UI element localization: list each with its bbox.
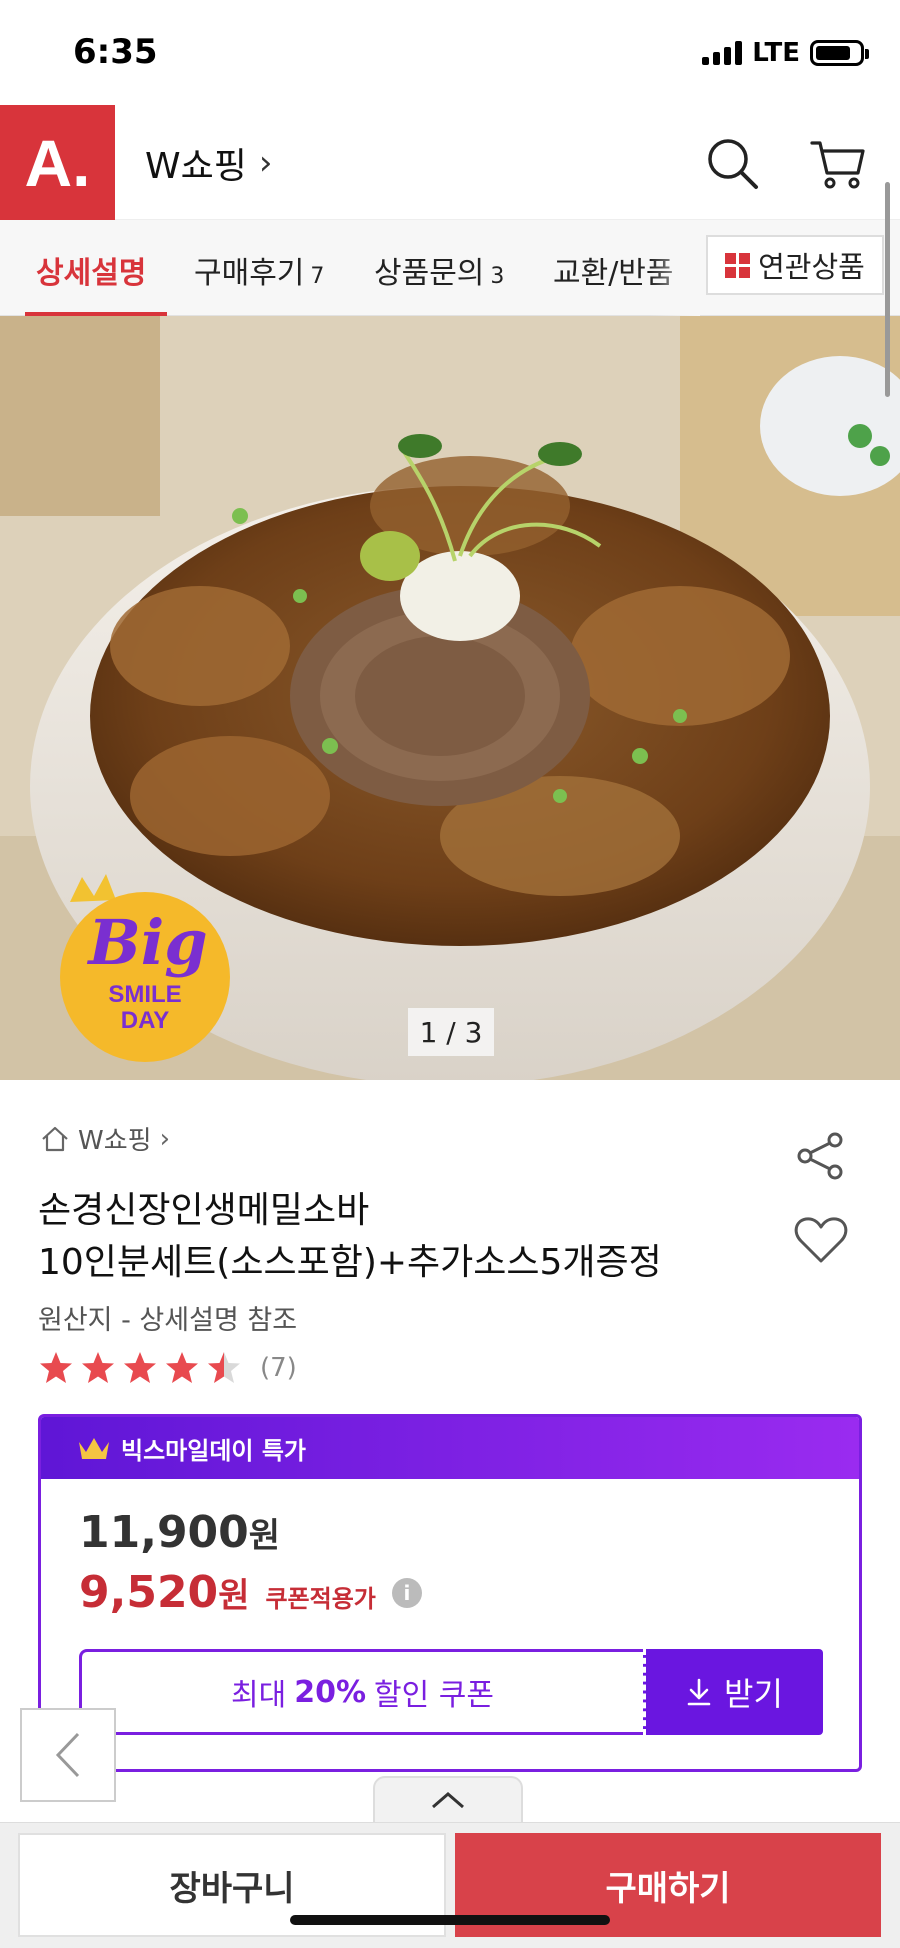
download-icon (687, 1678, 711, 1706)
app-logo[interactable]: A. (0, 105, 115, 220)
tab-count: 7 (310, 264, 325, 289)
expand-panel-button[interactable] (373, 1776, 523, 1822)
big-smile-day-badge: Big SMILE DAY (60, 874, 230, 1062)
tab-inquiries[interactable]: 상품문의 3 (374, 248, 504, 292)
rating[interactable]: (7) (38, 1350, 297, 1386)
tab-count: 3 (490, 264, 505, 289)
crown-icon (79, 1438, 109, 1459)
coupon-button-label: 받기 (724, 1675, 783, 1713)
back-button[interactable] (20, 1708, 116, 1802)
chevron-left-icon (55, 1732, 80, 1778)
cart-icon[interactable] (808, 133, 868, 193)
product-title: 손경신장인생메밀소바 10인분세트(소스포함)+추가소스5개증정 (38, 1185, 718, 1289)
promo-box: 빅스마일데이 특가 11,900원 9,520원 쿠폰적용가 i 최대 20% … (38, 1414, 862, 1772)
app-header: A. W쇼핑 › (0, 105, 900, 220)
chevron-right-icon: › (159, 1123, 170, 1154)
coupon-description: 최대 20% 할인 쿠폰 (79, 1649, 643, 1735)
chevron-right-icon: › (258, 143, 273, 183)
bottom-action-bar: 장바구니 구매하기 (0, 1822, 900, 1948)
coupon-applied-label: 쿠폰적용가 (265, 1585, 376, 1613)
sale-price: 9,520원 쿠폰적용가 i (79, 1567, 422, 1618)
network-label: LTE (752, 38, 800, 68)
status-time: 6:35 (73, 32, 158, 72)
product-title-line: 10인분세트(소스포함)+추가소스5개증정 (38, 1242, 662, 1283)
home-icon (42, 1126, 68, 1151)
signal-icon (702, 41, 743, 65)
tab-reviews[interactable]: 구매후기 7 (194, 248, 324, 292)
tab-detail[interactable]: 상세설명 (36, 248, 146, 292)
rating-stars (40, 1352, 240, 1383)
image-page-indicator: 1 / 3 (408, 1008, 494, 1056)
review-count: (7) (260, 1353, 297, 1383)
breadcrumb[interactable]: W쇼핑 › (40, 1120, 170, 1157)
status-bar: 6:35 LTE (0, 0, 900, 105)
grid-icon (725, 252, 751, 278)
origin-info: 원산지 - 상세설명 참조 (38, 1305, 298, 1336)
currency-label: 원 (218, 1576, 250, 1616)
related-products-label: 연관상품 (758, 250, 865, 284)
store-name: W쇼핑 (145, 146, 247, 187)
breadcrumb-store: W쇼핑 (78, 1126, 152, 1156)
heart-icon[interactable] (793, 1215, 849, 1265)
svg-text:SMILE: SMILE (108, 981, 181, 1008)
related-products-button[interactable]: 연관상품 (706, 235, 884, 295)
original-price-value: 11,900 (79, 1507, 249, 1558)
battery-icon (810, 40, 869, 66)
store-link[interactable]: W쇼핑 › (145, 137, 272, 189)
share-icon[interactable] (795, 1130, 847, 1182)
product-tabs: 상세설명 구매후기 7 상품문의 3 교환/반품 연관상품 (0, 220, 900, 316)
search-icon[interactable] (702, 133, 762, 193)
promo-header: 빅스마일데이 특가 (41, 1417, 859, 1479)
coupon-download-button[interactable]: 받기 (643, 1649, 823, 1735)
chevron-up-icon (432, 1792, 464, 1809)
svg-text:Big: Big (86, 906, 207, 979)
product-image[interactable]: Big SMILE DAY (0, 316, 900, 1080)
promo-header-label: 빅스마일데이 특가 (121, 1436, 306, 1465)
coupon-prefix: 최대 (231, 1678, 287, 1713)
tab-label: 상세설명 (36, 256, 147, 291)
original-price: 11,900원 (79, 1507, 280, 1558)
coupon-row: 최대 20% 할인 쿠폰 받기 (79, 1649, 823, 1735)
info-icon[interactable]: i (391, 1577, 422, 1608)
product-title-line: 손경신장인생메밀소바 (38, 1190, 370, 1231)
coupon-suffix: 할인 쿠폰 (374, 1678, 494, 1713)
currency-label: 원 (248, 1516, 281, 1556)
status-indicators: LTE (702, 38, 869, 68)
svg-text:DAY: DAY (121, 1007, 169, 1034)
scrollbar[interactable] (885, 182, 890, 397)
tab-label: 구매후기 (194, 256, 305, 291)
coupon-percent: 20% (294, 1674, 367, 1710)
tab-fade (650, 220, 700, 316)
sale-price-value: 9,520 (79, 1567, 219, 1618)
home-indicator (290, 1915, 610, 1925)
tab-label: 상품문의 (374, 256, 485, 291)
